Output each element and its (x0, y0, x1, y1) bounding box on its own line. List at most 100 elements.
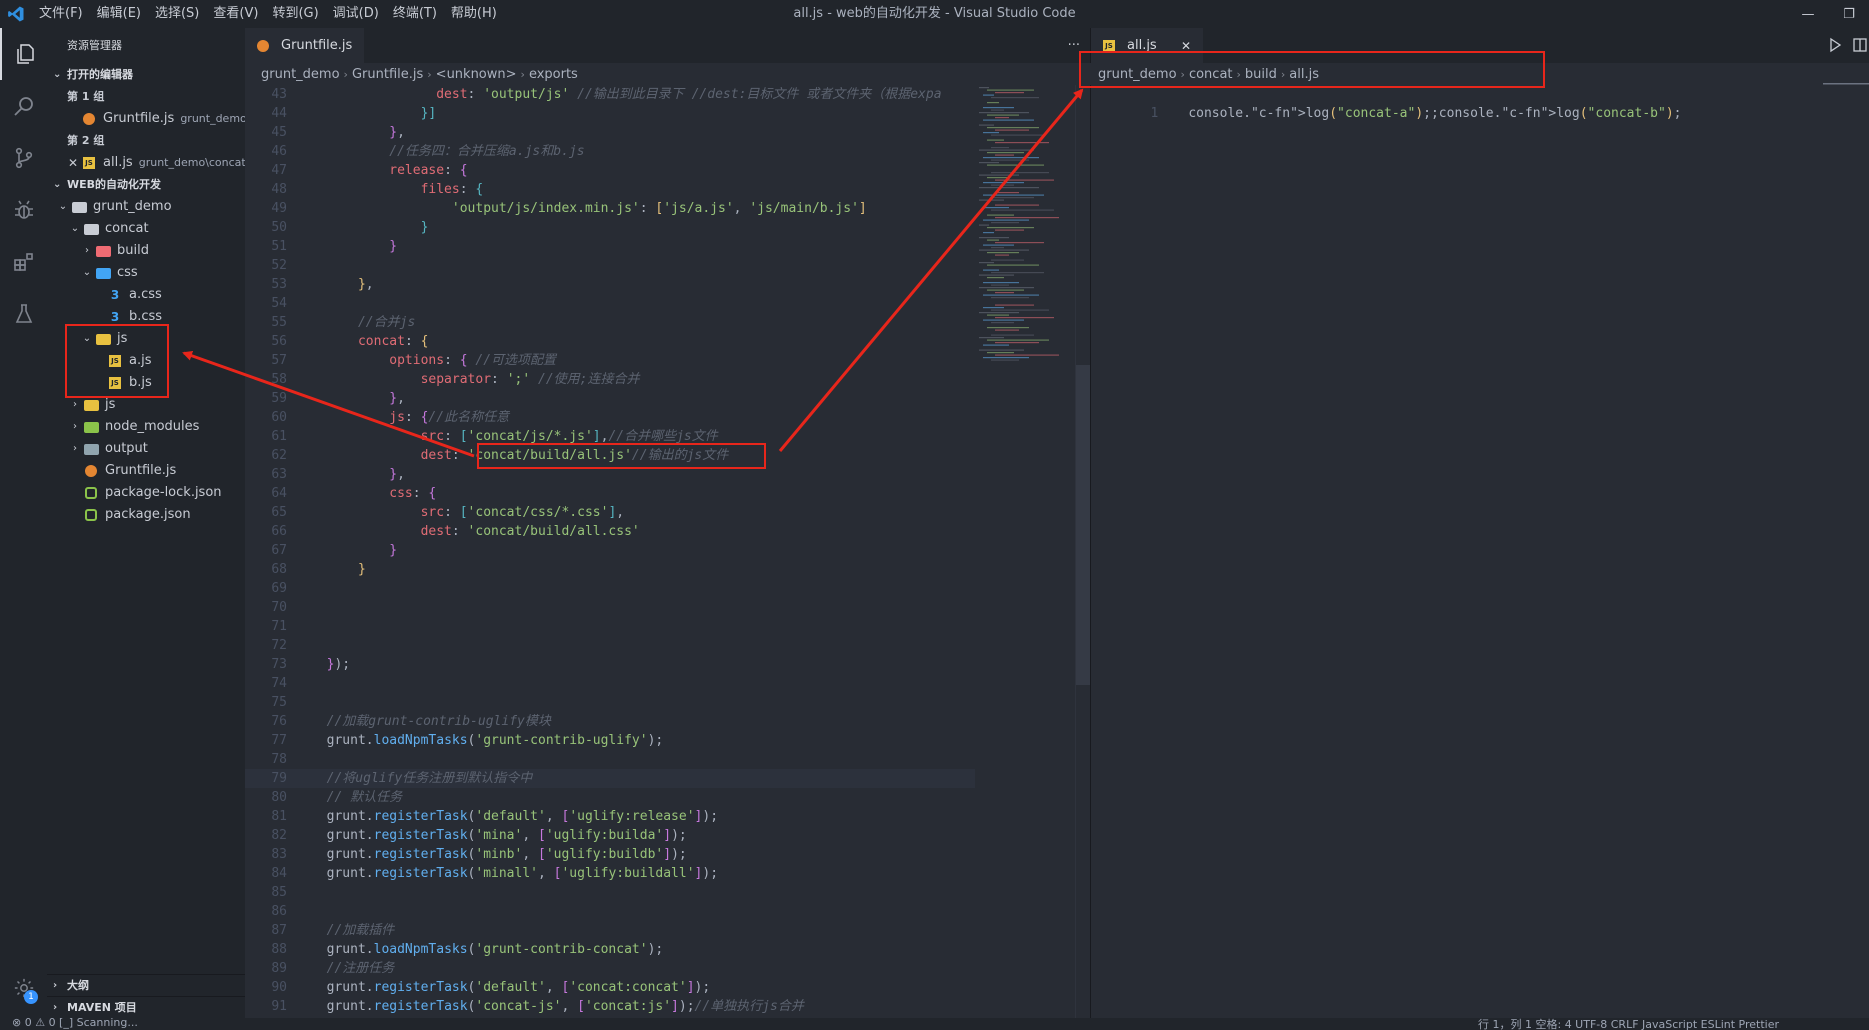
e2-crumb-1[interactable]: concat (1189, 67, 1233, 82)
line-number: 52 (271, 258, 287, 273)
e2-crumb-0[interactable]: grunt_demo (1098, 67, 1177, 82)
tree-item-a-js[interactable]: JS a.js (47, 350, 245, 372)
tree-item-b-css[interactable]: 3 b.css (47, 306, 245, 328)
minimap-line (979, 224, 989, 226)
minimap-line (987, 214, 1014, 216)
minimize-icon[interactable]: — (1788, 0, 1828, 28)
code-line: 48 files: { (245, 180, 975, 199)
status-left[interactable]: ⊗ 0 ⚠ 0 [_] Scanning... (12, 1018, 138, 1029)
tree-item-label: b.js (129, 375, 152, 390)
editor2-code[interactable]: 1 console."c-fn">log("concat-a");;console… (1090, 83, 1869, 1018)
open-editor-alljs[interactable]: ✕ JS all.js grunt_demo\concat... (47, 152, 245, 174)
tree-item-package-lock-json[interactable]: package-lock.json (47, 482, 245, 504)
editor2-tab-bar: JS all.js ✕ (1090, 28, 1869, 63)
tab-close-icon[interactable]: ✕ (1181, 39, 1191, 53)
tree-item-gruntfile-js[interactable]: Gruntfile.js (47, 460, 245, 482)
minimap-line (983, 344, 1009, 346)
line-number: 79 (271, 771, 287, 786)
restore-icon[interactable]: ❐ (1829, 0, 1869, 28)
workspace-section[interactable]: ⌄ WEB的自动化开发 (47, 174, 245, 196)
minimap-line (983, 357, 1029, 359)
code-text: src: ['concat/js/*.js'],//合并哪些js文件 (420, 429, 718, 444)
scrollbar-thumb[interactable] (1076, 365, 1090, 685)
chevron-down-icon: ⌄ (82, 333, 92, 344)
outline-label: 大纲 (67, 978, 89, 992)
minimap-line (983, 207, 1009, 209)
menu-item-3[interactable]: 查看(V) (206, 0, 265, 28)
minimap-line (991, 109, 1004, 111)
line-number: 69 (271, 581, 287, 596)
testing-icon[interactable] (0, 288, 47, 340)
tree-item-grunt-demo[interactable]: ⌄ grunt_demo (47, 196, 245, 218)
code-line: 49 'output/js/index.min.js': ['js/a.js',… (245, 199, 975, 218)
more-actions-icon[interactable]: ··· (1068, 28, 1080, 63)
line-number: 87 (271, 923, 287, 938)
search-icon[interactable] (0, 80, 47, 132)
line-number: 84 (271, 866, 287, 881)
line-number: 78 (271, 752, 287, 767)
tree-item-a-css[interactable]: 3 a.css (47, 284, 245, 306)
debug-icon[interactable] (0, 184, 47, 236)
menu-item-6[interactable]: 终端(T) (386, 0, 444, 28)
group-1-label: 第 1 组 (67, 90, 105, 103)
explorer-icon[interactable] (0, 28, 47, 80)
explorer-sidebar: 资源管理器 ⌄ 打开的编辑器 第 1 组 Gruntfile.js grunt_… (47, 28, 245, 1018)
close-icon[interactable]: ✕ (65, 152, 81, 174)
open-editors-section[interactable]: ⌄ 打开的编辑器 (47, 64, 245, 86)
tree-item-js[interactable]: › js (47, 394, 245, 416)
tab-gruntfile[interactable]: Gruntfile.js (245, 28, 365, 63)
menu-item-7[interactable]: 帮助(H) (444, 0, 504, 28)
e1-crumb-3[interactable]: exports (529, 67, 578, 82)
extensions-icon[interactable] (0, 236, 47, 288)
tree-item-concat[interactable]: ⌄ concat (47, 218, 245, 240)
e1-crumb-1[interactable]: Gruntfile.js (352, 67, 423, 82)
run-icon[interactable] (1827, 37, 1843, 53)
menu-item-4[interactable]: 转到(G) (265, 0, 325, 28)
chevron-right-icon: › (85, 245, 89, 256)
tree-item-build[interactable]: › build (47, 240, 245, 262)
tree-item-package-json[interactable]: package.json (47, 504, 245, 526)
vscode-logo-icon (0, 0, 32, 28)
tree-item-label: js (105, 397, 116, 412)
e2-crumb-2[interactable]: build (1245, 67, 1277, 82)
tree-item-node-modules[interactable]: › node_modules (47, 416, 245, 438)
split-editor-icon[interactable] (1853, 37, 1869, 53)
maven-section[interactable]: › MAVEN 项目 (47, 996, 245, 1018)
menu-item-1[interactable]: 编辑(E) (90, 0, 148, 28)
e1-crumb-0[interactable]: grunt_demo (261, 67, 340, 82)
minimap-line (979, 174, 1019, 176)
minimap[interactable] (975, 85, 1075, 685)
open-editor-gruntfile[interactable]: Gruntfile.js grunt_demo (47, 108, 245, 130)
tree-item-js[interactable]: ⌄ js (47, 328, 245, 350)
e1-crumb-2[interactable]: <unknown> (436, 67, 517, 82)
tree-item-output[interactable]: › output (47, 438, 245, 460)
menu-item-2[interactable]: 选择(S) (148, 0, 206, 28)
code-text: // 默认任务 (326, 790, 403, 805)
line-number: 43 (271, 87, 287, 102)
editor1-code[interactable]: 43 dest: 'output/js' //输出到此目录下 //dest:目标… (245, 85, 975, 1018)
code-text: concat: { (357, 334, 429, 349)
tab-alljs[interactable]: JS all.js ✕ (1091, 28, 1203, 63)
outline-section[interactable]: › 大纲 (47, 974, 245, 996)
minimap-line (979, 349, 1024, 351)
minimap-line (987, 239, 999, 241)
tree-item-css[interactable]: ⌄ css (47, 262, 245, 284)
code-text: }, (389, 125, 405, 140)
code-line: 77 grunt.loadNpmTasks('grunt-contrib-ugl… (245, 731, 975, 750)
editor1-scrollbar[interactable] (1075, 85, 1090, 1018)
line-number: 73 (271, 657, 287, 672)
open-editor-gruntfile-label: Gruntfile.js (103, 111, 175, 126)
minimap-line (987, 352, 1014, 354)
tree-item-b-js[interactable]: JS b.js (47, 372, 245, 394)
menu-item-5[interactable]: 调试(D) (326, 0, 386, 28)
js-file-icon: JS (107, 353, 123, 369)
status-right[interactable]: 行 1，列 1 空格: 4 UTF-8 CRLF JavaScript ESLi… (1478, 1018, 1779, 1030)
tree-item-label: package-lock.json (105, 485, 222, 500)
e2-crumb-3[interactable]: all.js (1289, 67, 1319, 82)
code-text: //任务四：合并压缩a.js和b.js (389, 144, 585, 159)
minimap-line (995, 304, 1034, 306)
settings-gear-icon[interactable]: 1 (0, 968, 47, 1008)
line-number: 71 (271, 619, 287, 634)
menu-item-0[interactable]: 文件(F) (32, 0, 90, 28)
source-control-icon[interactable] (0, 132, 47, 184)
